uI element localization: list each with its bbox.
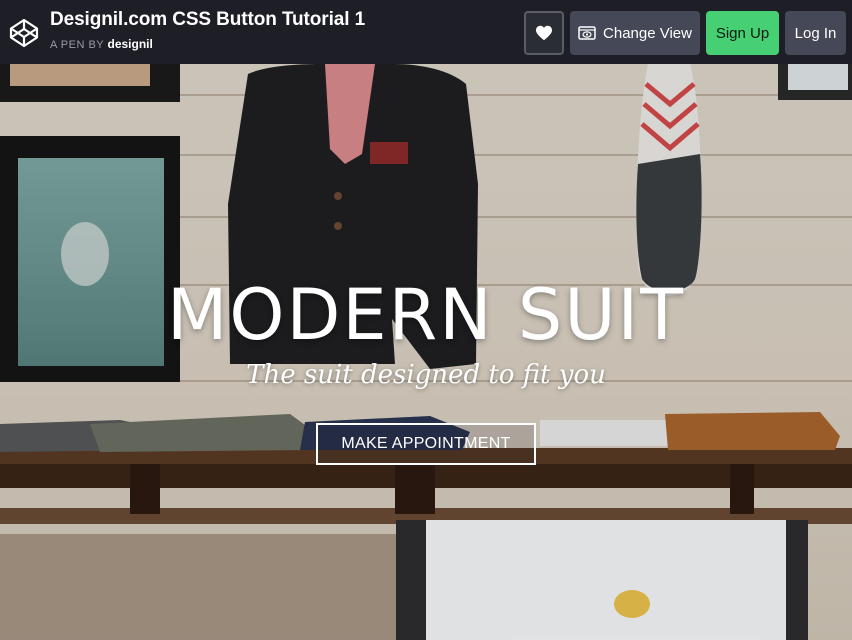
hero-section: MODERN SUIT The suit designed to fit you… <box>0 64 852 640</box>
change-view-button[interactable]: Change View <box>570 11 700 55</box>
hero-headline: MODERN SUIT <box>167 274 685 356</box>
log-in-button[interactable]: Log In <box>785 11 846 55</box>
byline-prefix: A PEN BY <box>50 39 104 51</box>
log-in-label: Log In <box>794 24 837 42</box>
like-button[interactable] <box>524 11 564 55</box>
sign-up-button[interactable]: Sign Up <box>706 11 779 55</box>
pen-byline: A PEN BY designil <box>50 37 153 51</box>
author-link[interactable]: designil <box>108 37 153 51</box>
heart-icon <box>536 25 552 41</box>
hero-tagline: The suit designed to fit you <box>246 360 606 390</box>
change-view-label: Change View <box>603 24 692 42</box>
eye-icon <box>578 26 596 40</box>
sign-up-label: Sign Up <box>715 24 770 42</box>
codepen-logo-icon[interactable] <box>9 18 39 48</box>
make-appointment-button[interactable]: MAKE APPOINTMENT <box>316 423 536 465</box>
pen-title[interactable]: Designil.com CSS Button Tutorial 1 <box>50 9 365 31</box>
top-bar: Designil.com CSS Button Tutorial 1 A PEN… <box>0 0 852 64</box>
